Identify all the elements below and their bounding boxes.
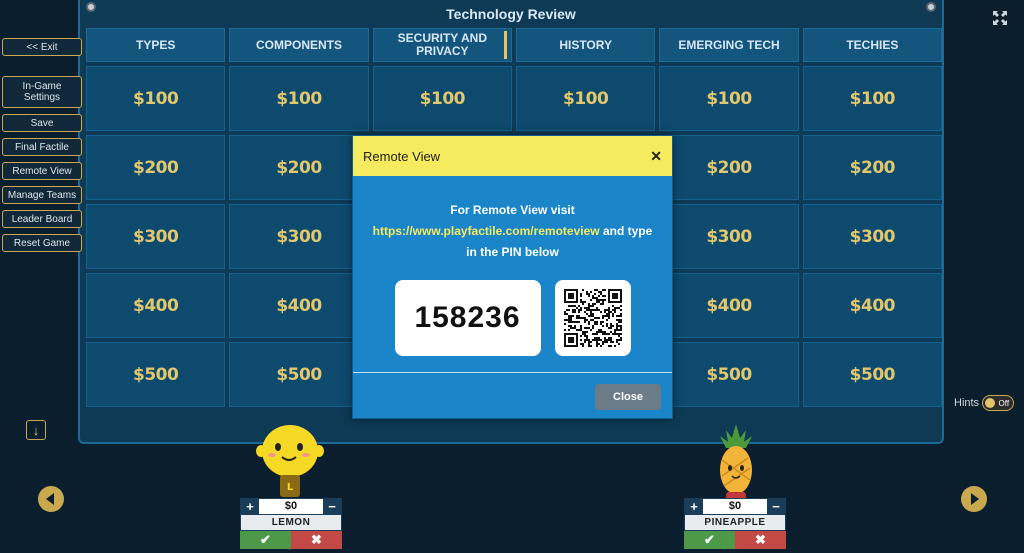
category-header: COMPONENTS <box>229 28 369 62</box>
check-icon[interactable]: ✔ <box>684 531 735 549</box>
question-tile[interactable]: $200 <box>229 135 369 200</box>
modal-instructions: For Remote View visit https://www.playfa… <box>353 200 672 263</box>
minus-icon[interactable]: − <box>767 499 785 514</box>
question-tile[interactable]: $200 <box>802 135 942 200</box>
instruction-tail: and type <box>599 224 653 238</box>
pineapple-avatar <box>720 424 752 500</box>
final-factile-button[interactable]: Final Factile <box>2 138 82 156</box>
save-button[interactable]: Save <box>2 114 82 132</box>
question-tile[interactable]: $500 <box>86 342 226 407</box>
modal-title: Remote View <box>363 148 441 164</box>
question-tile[interactable]: $100 <box>802 66 942 131</box>
in-game-settings-button[interactable]: In-Game Settings <box>2 76 82 108</box>
question-tile[interactable]: $100 <box>515 66 656 131</box>
team-card-lemon: + $0 − LEMON ✔ ✖ <box>240 498 342 549</box>
question-tile[interactable]: $500 <box>229 342 369 407</box>
reset-game-button[interactable]: Reset Game <box>2 234 82 252</box>
question-tile[interactable]: $400 <box>86 273 226 338</box>
question-tile[interactable]: $100 <box>229 66 369 131</box>
remote-view-modal: Remote View ✕ For Remote View visit http… <box>352 135 673 419</box>
modal-divider <box>353 372 672 373</box>
close-icon[interactable]: ✕ <box>650 148 662 165</box>
team-name: LEMON <box>240 515 342 531</box>
question-tile[interactable]: $300 <box>86 204 226 269</box>
team-score: $0 <box>284 500 298 512</box>
remote-view-link[interactable]: https://www.playfactile.com/remoteview <box>373 224 600 238</box>
question-tile[interactable]: $400 <box>802 273 942 338</box>
score-row: + $0 − <box>684 498 786 515</box>
category-header: SECURITY AND PRIVACY <box>372 28 512 62</box>
expand-icon[interactable] <box>992 10 1008 26</box>
minus-icon[interactable]: − <box>323 499 341 514</box>
question-tile[interactable]: $200 <box>659 135 799 200</box>
question-tile[interactable]: $500 <box>802 342 942 407</box>
remote-view-button[interactable]: Remote View <box>2 162 82 180</box>
download-icon[interactable]: ↓ <box>26 420 46 440</box>
category-header: EMERGING TECH <box>659 28 799 62</box>
question-tile[interactable]: $100 <box>659 66 799 131</box>
close-button[interactable]: Close <box>595 384 661 410</box>
exit-button[interactable]: << Exit <box>2 38 82 56</box>
question-tile[interactable]: $300 <box>229 204 369 269</box>
plus-icon[interactable]: + <box>685 499 703 514</box>
next-arrow-icon[interactable] <box>961 486 987 512</box>
prev-arrow-icon[interactable] <box>38 486 64 512</box>
question-tile[interactable]: $100 <box>86 66 226 131</box>
side-menu: << Exit In-Game Settings Save Final Fact… <box>2 38 82 258</box>
instruction-line3: in the PIN below <box>466 245 559 259</box>
question-tile[interactable]: $100 <box>372 66 512 131</box>
category-header: TYPES <box>86 28 226 62</box>
team-card-pineapple: + $0 − PINEAPPLE ✔ ✖ <box>684 498 786 549</box>
question-tile[interactable]: $400 <box>229 273 369 338</box>
lemon-avatar: L <box>256 425 324 497</box>
hints-toggle[interactable]: Off <box>982 395 1015 411</box>
judge-row: ✔ ✖ <box>240 531 342 549</box>
svg-text:L: L <box>287 482 294 493</box>
category-header: HISTORY <box>515 28 656 62</box>
hints-control: Hints Off <box>954 395 1015 411</box>
plus-icon[interactable]: + <box>241 499 259 514</box>
leader-board-button[interactable]: Leader Board <box>2 210 82 228</box>
question-tile[interactable]: $200 <box>86 135 226 200</box>
qr-code-icon <box>554 280 631 356</box>
hints-state: Off <box>998 398 1010 408</box>
score-row: + $0 − <box>240 498 342 515</box>
question-tile[interactable]: $400 <box>659 273 799 338</box>
instruction-line2: https://www.playfactile.com/remoteview a… <box>353 221 672 242</box>
check-icon[interactable]: ✔ <box>240 531 291 549</box>
manage-teams-button[interactable]: Manage Teams <box>2 186 82 204</box>
instruction-line1: For Remote View visit <box>450 203 575 217</box>
modal-header: Remote View ✕ <box>353 136 672 176</box>
team-score: $0 <box>728 500 742 512</box>
cross-icon[interactable]: ✖ <box>735 531 786 549</box>
pin-code: 158236 <box>394 280 541 356</box>
judge-row: ✔ ✖ <box>684 531 786 549</box>
category-header: TECHIES <box>802 28 942 62</box>
team-name: PINEAPPLE <box>684 515 786 531</box>
board-title: Technology Review <box>446 6 576 22</box>
question-tile[interactable]: $300 <box>659 204 799 269</box>
hints-label: Hints <box>954 397 980 409</box>
pin-row: 158236 <box>353 280 672 356</box>
cross-icon[interactable]: ✖ <box>291 531 342 549</box>
question-tile[interactable]: $300 <box>802 204 942 269</box>
question-tile[interactable]: $500 <box>659 342 799 407</box>
